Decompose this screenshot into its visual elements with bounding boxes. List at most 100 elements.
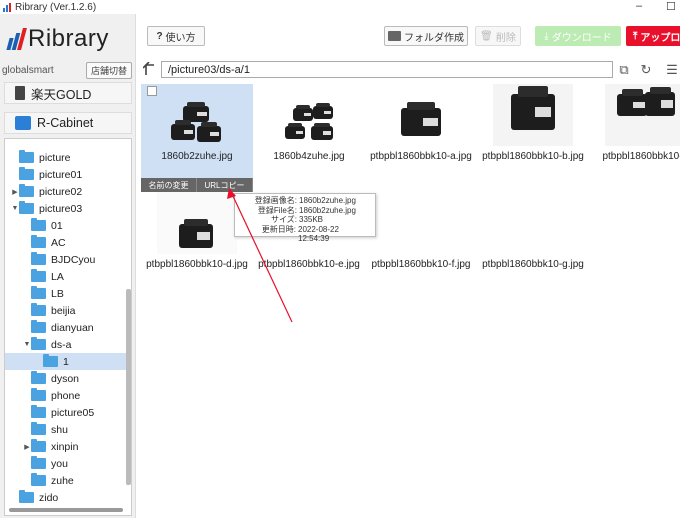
folder-tree: zido zuhe you ▶ xinpin shu picture05 phone dyson… xyxy=(4,138,132,516)
tree-item-la[interactable]: LA xyxy=(5,268,131,285)
tree-item-label: phone xyxy=(51,389,81,402)
tree-item-picture[interactable]: picture xyxy=(5,149,131,166)
file-info-tooltip: 登録画像名: 1860b2zuhe.jpg 登録File名: 1860b2zuhe.j… xyxy=(234,193,376,243)
tree-item-label: xinpin xyxy=(51,440,79,453)
folder-icon xyxy=(43,354,58,367)
parent-folder-icon[interactable] xyxy=(143,62,157,76)
file-name: 1860b4zuhe.jpg xyxy=(273,151,345,162)
folder-icon xyxy=(31,405,46,418)
expand-arrow-icon[interactable]: ▶ xyxy=(23,443,31,451)
tree-item-ac[interactable]: AC xyxy=(5,234,131,251)
minimize-button[interactable]: – xyxy=(636,0,642,12)
select-checkbox[interactable] xyxy=(147,86,157,96)
tree-item-label: ds-a xyxy=(51,338,72,351)
folder-icon xyxy=(19,490,34,503)
tree-item-picture05[interactable]: picture05 xyxy=(5,404,131,421)
tree-scrollbar[interactable] xyxy=(126,289,131,485)
tooltip-key: サイズ: xyxy=(271,215,297,224)
tree-item-label: zido xyxy=(39,491,59,504)
platform-rakuten-gold[interactable]: 楽天GOLD xyxy=(4,82,132,104)
tree-item-phone[interactable]: phone xyxy=(5,387,131,404)
tooltip-row: サイズ: 335KB xyxy=(239,215,371,225)
tree-item-label: picture02 xyxy=(39,185,83,198)
platform-r-cabinet[interactable]: R-Cabinet xyxy=(4,112,132,134)
tree-item-zuhe[interactable]: zuhe xyxy=(5,472,131,489)
rename-button[interactable]: 名前の変更 xyxy=(141,178,197,192)
folder-icon xyxy=(31,303,46,316)
tree-item-1[interactable]: 1 xyxy=(5,353,131,370)
tree-item-xinpin[interactable]: ▶ xinpin xyxy=(5,438,131,455)
file-name: ptbpbl1860bbk10-e.jpg xyxy=(258,259,360,270)
thumbnail-image xyxy=(269,84,349,146)
tree-item-lb[interactable]: LB xyxy=(5,285,131,302)
copy-url-button[interactable]: URLコピー xyxy=(197,178,253,192)
file-tile[interactable]: 1860b2zuhe.jpg xyxy=(141,84,253,178)
download-button[interactable]: ⤓ ダウンロード xyxy=(535,26,621,46)
create-folder-button[interactable]: フォルダ作成 xyxy=(384,26,468,46)
refresh-icon[interactable]: ↻ xyxy=(639,62,653,77)
thumbnail-image xyxy=(157,192,237,254)
tree-item-label: LB xyxy=(51,287,64,300)
tooltip-value: 1860b2zuhe.jpg xyxy=(299,205,356,215)
upload-button[interactable]: ⤒ アップロ xyxy=(626,26,680,46)
file-tile[interactable]: 1860b4zuhe.jpg xyxy=(253,84,365,174)
path-input[interactable] xyxy=(161,61,613,78)
tooltip-row: 登録File名: 1860b2zuhe.jpg xyxy=(239,206,371,216)
tree-item-you[interactable]: you xyxy=(5,455,131,472)
path-bar: ⧉ ↻ ☰ xyxy=(137,60,680,80)
tree-item-label: zuhe xyxy=(51,474,74,487)
folder-icon xyxy=(31,371,46,384)
logo-text: Ribrary xyxy=(28,25,109,52)
folder-icon xyxy=(31,473,46,486)
folder-icon xyxy=(31,388,46,401)
tree-item-label: beijia xyxy=(51,304,76,317)
tooltip-value: 1860b2zuhe.jpg xyxy=(299,196,356,205)
collapse-arrow-icon[interactable]: ▼ xyxy=(11,205,19,212)
thumbnail-image xyxy=(605,84,680,146)
tree-item-dianyuan[interactable]: dianyuan xyxy=(5,319,131,336)
platform-label: 楽天GOLD xyxy=(31,87,92,102)
tree-item-shu[interactable]: shu xyxy=(5,421,131,438)
view-list-icon[interactable]: ☰ xyxy=(665,62,679,77)
file-tile[interactable]: ptbpbl1860bbk10-a.jpg xyxy=(365,84,477,174)
file-tile[interactable]: ptbpbl1860bbk10-f.jpg xyxy=(365,192,477,282)
tree-item-bjdcyou[interactable]: BJDCyou xyxy=(5,251,131,268)
file-grid: 名前の変更 URLコピー 1860b2zuhe.jpg 1860b4zuhe.jp… xyxy=(137,84,680,518)
tree-hscrollbar[interactable] xyxy=(9,508,123,512)
tree-item-zido[interactable]: zido xyxy=(5,489,131,506)
tile-actions: 名前の変更 URLコピー xyxy=(141,178,253,192)
folder-icon xyxy=(31,337,46,350)
folder-icon xyxy=(31,235,46,248)
tree-item-ds-a[interactable]: ▼ ds-a xyxy=(5,336,131,353)
collapse-arrow-icon[interactable]: ▼ xyxy=(23,341,31,348)
folder-icon xyxy=(31,218,46,231)
help-button[interactable]: ? 使い方 xyxy=(147,26,205,46)
tree-item-beijia[interactable]: beijia xyxy=(5,302,131,319)
file-tile[interactable]: ptbpbl1860bbk10-b.jpg xyxy=(477,84,589,174)
file-tile[interactable]: ptbpbl1860bbk10-g.jpg xyxy=(477,192,589,282)
file-tile[interactable]: ptbpbl1860bbk10-c xyxy=(589,84,680,174)
platform-label: R-Cabinet xyxy=(37,116,94,130)
delete-button[interactable]: 🗑 削除 xyxy=(475,26,521,46)
folder-icon xyxy=(19,167,34,180)
tree-item-01[interactable]: 01 xyxy=(5,217,131,234)
tree-item-picture01[interactable]: picture01 xyxy=(5,166,131,183)
file-name: 1860b2zuhe.jpg xyxy=(161,151,233,162)
tree-item-picture03[interactable]: ▼ picture03 xyxy=(5,200,131,217)
folder-icon xyxy=(31,456,46,469)
tree-item-label: 01 xyxy=(51,219,63,232)
expand-arrow-icon[interactable]: ▶ xyxy=(11,188,19,196)
gold-icon xyxy=(15,86,25,100)
thumbnail-image xyxy=(493,84,573,146)
tree-item-dyson[interactable]: dyson xyxy=(5,370,131,387)
toolbar: ? 使い方 フォルダ作成 🗑 削除 ⤓ ダウンロード ⤒ アップロ xyxy=(137,14,680,56)
maximize-button[interactable]: ☐ xyxy=(666,0,676,13)
folder-icon xyxy=(31,252,46,265)
shop-switch-button[interactable]: 店舗切替 xyxy=(85,61,132,79)
folder-icon xyxy=(19,150,34,163)
file-name: ptbpbl1860bbk10-b.jpg xyxy=(482,151,584,162)
tree-item-picture02[interactable]: ▶ picture02 xyxy=(5,183,131,200)
tree-item-label: dianyuan xyxy=(51,321,94,334)
copy-icon[interactable]: ⧉ xyxy=(617,62,631,77)
file-name: ptbpbl1860bbk10-a.jpg xyxy=(370,151,472,162)
